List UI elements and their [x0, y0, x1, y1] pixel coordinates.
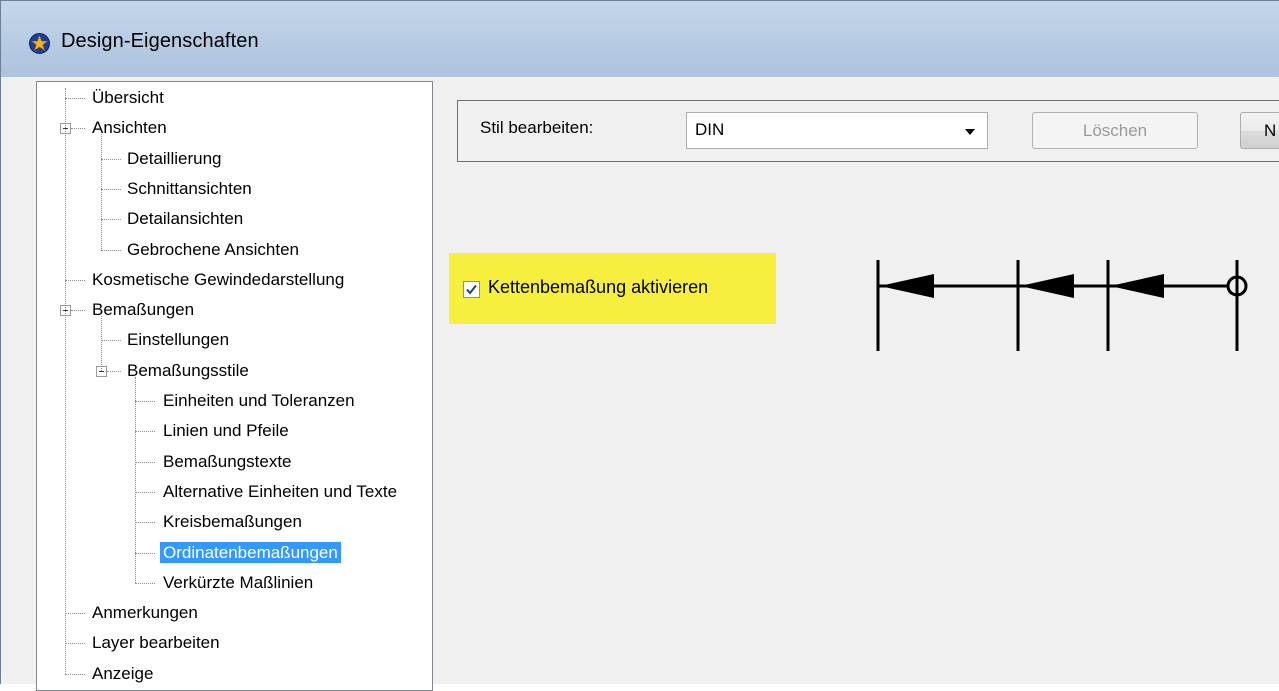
tree-item-label: Anmerkungen: [92, 603, 198, 623]
tree-connector: [71, 310, 85, 312]
style-select-value: DIN: [695, 120, 725, 139]
tree-connector: [135, 582, 155, 584]
style-select[interactable]: DIN: [686, 112, 988, 149]
tree-item[interactable]: Anmerkungen: [89, 599, 201, 627]
tree-item[interactable]: Ordinatenbemaßungen: [160, 539, 341, 567]
settings-tree[interactable]: Übersicht Ansichten Detaillierung Schnittan…: [36, 81, 433, 691]
tree-connector: [65, 673, 85, 675]
tree-item[interactable]: Schnittansichten: [124, 175, 255, 203]
tree-item-label: Layer bearbeiten: [92, 633, 220, 653]
tree-item-label: Detailansichten: [127, 209, 244, 229]
tree-item-label: Linien und Pfeile: [163, 421, 289, 441]
tree-item[interactable]: Layer bearbeiten: [89, 629, 223, 657]
tree-item-label: Kreisbemaßungen: [163, 512, 302, 532]
tree-connector: [101, 134, 102, 250]
tree-item-label: Einstellungen: [127, 330, 230, 350]
tree-connector: [65, 643, 85, 645]
window-title: Design-Eigenschaften: [61, 30, 259, 52]
tree-item[interactable]: Anzeige: [89, 660, 156, 688]
tree-connector: [135, 552, 155, 554]
tree-connector: [101, 188, 121, 190]
tree-connector: [65, 613, 85, 615]
chain-dimension-preview: [876, 260, 1248, 351]
tree-item[interactable]: Übersicht: [89, 84, 167, 112]
tree-item-label: Detaillierung: [127, 148, 222, 168]
tree-connector: [135, 401, 155, 402]
tree-item[interactable]: Bemaßungsstile: [124, 357, 252, 385]
tree-item-label: Gebrochene Ansichten: [127, 239, 300, 259]
tree-connector: [101, 249, 121, 251]
tree-item-label: Übersicht: [92, 88, 164, 107]
tree-item-label: Ordinatenbemaßungen: [160, 541, 341, 563]
tree-item[interactable]: Alternative Einheiten und Texte: [160, 478, 400, 506]
tree-item-label: Bemaßungsstile: [127, 360, 249, 380]
tree-item[interactable]: Kreisbemaßungen: [160, 508, 305, 536]
new-button[interactable]: N: [1240, 112, 1279, 149]
tree-item[interactable]: Detailansichten: [124, 205, 246, 233]
tree-item[interactable]: Bemaßungstexte: [160, 448, 295, 476]
chain-dimension-label[interactable]: Kettenbemaßung aktivieren: [488, 277, 708, 298]
tree-item-label: Anzeige: [92, 663, 154, 683]
tree-item-label: Schnittansichten: [127, 178, 252, 198]
tree-connector: [101, 340, 121, 342]
tree-connector: [135, 491, 155, 493]
tree-connector: [101, 158, 121, 160]
tree-item[interactable]: Gebrochene Ansichten: [124, 236, 302, 264]
checkmark-icon: [466, 284, 477, 295]
tree-connector: [65, 88, 66, 674]
tree-connector: [65, 98, 85, 99]
tree-item-label: Verkürzte Maßlinien: [163, 572, 314, 592]
tree-item[interactable]: Linien und Pfeile: [160, 417, 292, 445]
tree-connector: [101, 219, 121, 221]
tree-item-label: Bemaßungen: [92, 300, 195, 320]
tree-item-label: Einheiten und Toleranzen: [163, 391, 355, 410]
tree-connector: [101, 316, 102, 371]
tree-item[interactable]: Einheiten und Toleranzen: [160, 387, 358, 415]
style-edit-label: Stil bearbeiten:: [480, 118, 594, 137]
tree-item-label: Alternative Einheiten und Texte: [163, 481, 398, 501]
tree-item-label: Bemaßungstexte: [163, 451, 292, 471]
app-star-icon: [29, 33, 50, 54]
tree-connector: [135, 461, 155, 463]
tree-item[interactable]: Verkürzte Maßlinien: [160, 569, 316, 597]
delete-button[interactable]: Löschen: [1032, 112, 1198, 149]
tree-connector: [71, 128, 85, 130]
tree-connector: [135, 431, 155, 433]
tree-connector: [65, 279, 85, 281]
tree-item-label: Kosmetische Gewindedarstellung: [92, 269, 345, 289]
tree-item[interactable]: Bemaßungen: [89, 296, 197, 324]
chevron-down-icon[interactable]: [965, 129, 975, 135]
tree-item[interactable]: Einstellungen: [124, 326, 232, 354]
tree-connector: [107, 370, 121, 372]
chain-dimension-checkbox[interactable]: [463, 281, 480, 298]
title-bar[interactable]: Design-Eigenschaften: [1, 1, 1279, 77]
tree-connector: [135, 522, 155, 524]
tree-connector: [135, 376, 136, 583]
tree-item[interactable]: Kosmetische Gewindedarstellung: [89, 266, 347, 294]
tree-item[interactable]: Detaillierung: [124, 145, 225, 173]
